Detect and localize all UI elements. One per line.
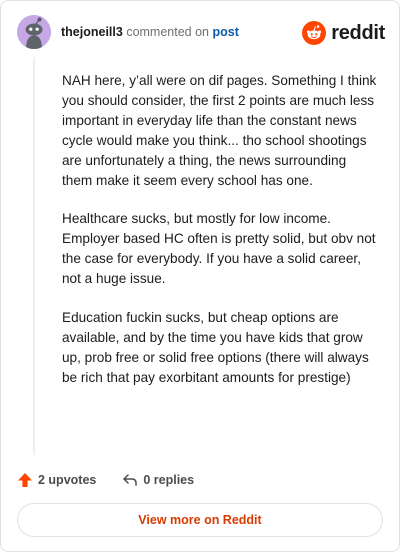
upvote-arrow-icon (18, 473, 32, 487)
comment-body: NAH here, y’all were on dif pages. Somet… (62, 71, 380, 407)
view-more-button[interactable]: View more on Reddit (17, 503, 383, 537)
username[interactable]: thejoneill3 (61, 25, 123, 39)
reddit-wordmark: reddit (331, 21, 385, 44)
avatar[interactable] (17, 15, 51, 49)
post-link[interactable]: post (212, 25, 238, 39)
comment-actions: 2 upvotes 0 replies (17, 469, 194, 491)
commented-on-text: commented on (126, 25, 209, 39)
reddit-snoo-icon (302, 21, 327, 45)
replies-button[interactable]: 0 replies (122, 472, 194, 488)
comment-paragraph: Education fuckin sucks, but cheap option… (62, 310, 369, 385)
comment-paragraph: NAH here, y’all were on dif pages. Somet… (62, 73, 377, 188)
comment-paragraph: Healthcare sucks, but mostly for low inc… (62, 211, 376, 287)
reddit-logo[interactable]: reddit (302, 21, 385, 45)
thread-line (33, 57, 35, 455)
reply-arrow-icon (123, 474, 138, 486)
snoo-avatar-icon (17, 15, 51, 49)
comment-header: thejoneill3 commented on post reddit (17, 15, 385, 51)
comment-meta: thejoneill3 commented on post (61, 25, 239, 39)
replies-count: 0 replies (143, 473, 195, 487)
embedded-comment-card: thejoneill3 commented on post reddit NAH… (0, 0, 400, 552)
upvote-button[interactable]: 2 upvotes (17, 472, 96, 488)
upvote-count: 2 upvotes (38, 473, 97, 487)
